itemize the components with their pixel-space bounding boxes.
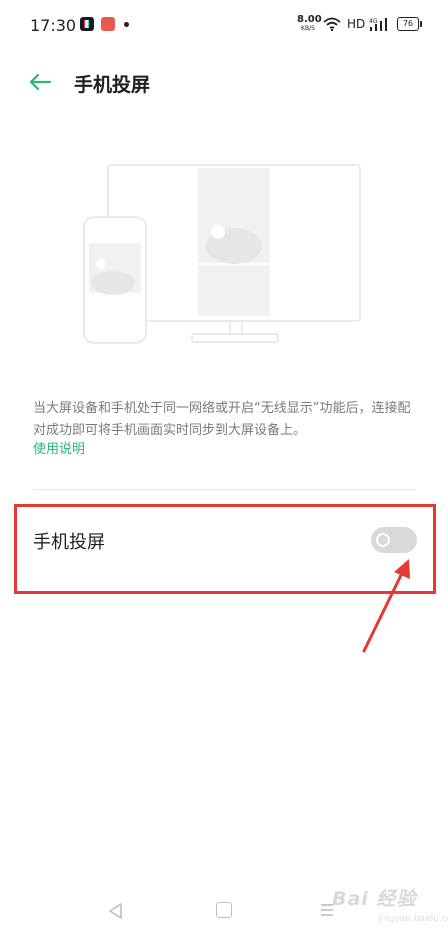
network-speed-unit: KB/S <box>301 25 315 32</box>
status-time: 17:30 <box>30 16 77 35</box>
back-triangle-icon[interactable] <box>106 901 126 921</box>
red-app-icon <box>101 17 115 31</box>
notification-dot <box>124 22 129 27</box>
watermark-url: jingyan.baidu.com <box>378 914 448 924</box>
wifi-icon <box>323 17 341 31</box>
tiktok-icon <box>80 17 94 31</box>
battery-icon: 76 <box>397 17 422 31</box>
arrow-left-icon <box>29 73 52 91</box>
network-speed: 8.00 KB/S <box>297 14 322 32</box>
network-speed-value: 8.00 <box>297 14 322 25</box>
divider <box>33 489 416 490</box>
svg-text:4G: 4G <box>369 18 378 25</box>
baidu-jingyan-watermark: Bai 经验 <box>332 888 417 910</box>
help-link[interactable]: 使用说明 <box>33 438 85 457</box>
back-button[interactable] <box>26 68 54 96</box>
phone-and-monitor-illustration <box>83 164 361 344</box>
description-text: 当大屏设备和手机处于同一网络或开启“无线显示”功能后，连接配对成功即可将手机画面… <box>33 401 411 438</box>
page-title: 手机投屏 <box>74 74 151 96</box>
screen-cast-label: 手机投屏 <box>33 532 105 553</box>
screen-cast-setting-row[interactable]: 手机投屏 <box>15 505 434 590</box>
toggle-knob <box>376 533 390 547</box>
home-square-icon[interactable] <box>216 902 232 918</box>
signal-icon: 4G <box>369 18 387 31</box>
hd-label: HD <box>347 17 366 31</box>
screen-cast-toggle[interactable] <box>371 527 417 553</box>
status-bar: 17:30 8.00 KB/S HD 4G 76 <box>0 0 448 52</box>
